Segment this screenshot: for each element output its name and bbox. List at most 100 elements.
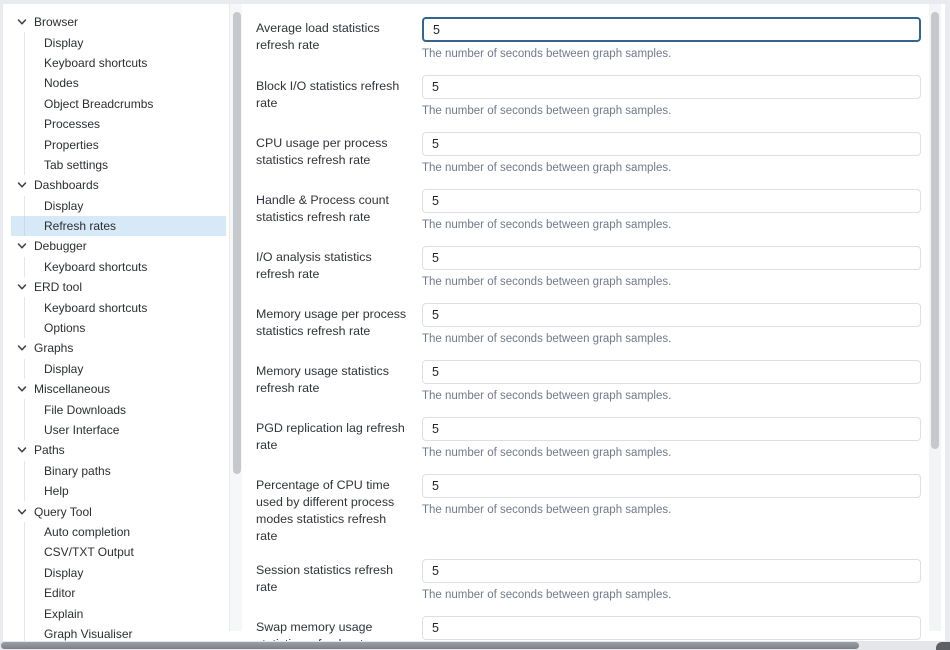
preference-label: PGD replication lag refresh rate [256,417,408,460]
content-scrollbar-track[interactable] [929,4,941,631]
pgd-replication-lag-refresh-rate-input[interactable] [422,417,921,441]
sidebar-item-label: Keyboard shortcuts [44,260,147,274]
chevron-down-icon[interactable] [17,180,27,190]
sidebar-group-label: Miscellaneous [34,382,110,396]
sidebar-item-label: Explain [44,607,83,621]
chevron-down-icon[interactable] [17,282,27,292]
preference-help-text: The number of seconds between graph samp… [422,104,921,118]
sidebar-item-properties[interactable]: Properties [11,134,226,154]
sidebar-group-label: Query Tool [34,505,92,519]
preference-label: Percentage of CPU time used by different… [256,474,408,545]
preference-field: The number of seconds between graph samp… [422,132,921,175]
chevron-down-icon[interactable] [17,445,27,455]
sidebar-item-options[interactable]: Options [11,318,226,338]
sidebar-item-graph-visualiser[interactable]: Graph Visualiser [11,624,226,641]
sidebar-group-label: Debugger [34,239,87,253]
sidebar-item-editor[interactable]: Editor [11,583,226,603]
sidebar-item-paths[interactable]: Paths [11,440,226,460]
preference-help-text: The number of seconds between graph samp… [422,218,921,232]
preference-row: Percentage of CPU time used by different… [256,474,921,545]
percentage-of-cpu-time-used-by-different-process-modes-statistics-refresh-rate-input[interactable] [422,474,921,498]
sidebar-item-help[interactable]: Help [11,481,226,501]
i-o-analysis-statistics-refresh-rate-input[interactable] [422,246,921,270]
preference-label: Swap memory usage statistics refresh rat… [256,616,408,641]
chevron-down-icon[interactable] [17,384,27,394]
sidebar-item-display[interactable]: Display [11,359,226,379]
sidebar-item-query-tool[interactable]: Query Tool [11,501,226,521]
sidebar-item-label: CSV/TXT Output [44,545,134,559]
window-corner-shadow [936,642,950,650]
preference-field: The number of seconds between graph samp… [422,360,921,403]
sidebar-item-keyboard-shortcuts[interactable]: Keyboard shortcuts [11,297,226,317]
sidebar-item-label: Display [44,362,83,376]
sidebar-item-display[interactable]: Display [11,563,226,583]
sidebar-item-binary-paths[interactable]: Binary paths [11,461,226,481]
sidebar-scrollbar-thumb[interactable] [233,12,241,474]
preference-label: CPU usage per process statistics refresh… [256,132,408,175]
average-load-statistics-refresh-rate-input[interactable] [422,17,921,42]
preference-field: The number of seconds between graph samp… [422,616,921,641]
preference-label: Block I/O statistics refresh rate [256,75,408,118]
block-i-o-statistics-refresh-rate-input[interactable] [422,75,921,99]
memory-usage-per-process-statistics-refresh-rate-input[interactable] [422,303,921,327]
cpu-usage-per-process-statistics-refresh-rate-input[interactable] [422,132,921,156]
sidebar-item-explain[interactable]: Explain [11,603,226,623]
sidebar-item-csv-txt-output[interactable]: CSV/TXT Output [11,542,226,562]
sidebar-item-processes[interactable]: Processes [11,114,226,134]
chevron-down-icon[interactable] [17,343,27,353]
memory-usage-statistics-refresh-rate-input[interactable] [422,360,921,384]
sidebar-item-label: Refresh rates [44,219,116,233]
sidebar-item-file-downloads[interactable]: File Downloads [11,399,226,419]
sidebar-item-label: Keyboard shortcuts [44,301,147,315]
horizontal-scrollbar-track[interactable] [0,641,950,650]
sidebar-item-label: Graph Visualiser [44,627,133,641]
sidebar-item-auto-completion[interactable]: Auto completion [11,522,226,542]
chevron-down-icon[interactable] [17,17,27,27]
preference-row: I/O analysis statistics refresh rate The… [256,246,921,289]
preference-row: Handle & Process count statistics refres… [256,189,921,232]
chevron-down-icon[interactable] [17,507,27,517]
preference-row: Swap memory usage statistics refresh rat… [256,616,921,641]
swap-memory-usage-statistics-refresh-rate-input[interactable] [422,616,921,640]
horizontal-scrollbar-thumb[interactable] [1,642,859,649]
sidebar-item-label: Auto completion [44,525,130,539]
sidebar-item-label: Display [44,36,83,50]
preference-row: Session statistics refresh rate The numb… [256,559,921,602]
preference-label: Handle & Process count statistics refres… [256,189,408,232]
sidebar-item-object-breadcrumbs[interactable]: Object Breadcrumbs [11,94,226,114]
sidebar-item-nodes[interactable]: Nodes [11,73,226,93]
sidebar-item-tab-settings[interactable]: Tab settings [11,155,226,175]
preference-field: The number of seconds between graph samp… [422,303,921,346]
preference-row: Memory usage statistics refresh rate The… [256,360,921,403]
sidebar-item-browser[interactable]: Browser [11,12,226,32]
preference-label: I/O analysis statistics refresh rate [256,246,408,289]
preference-label: Average load statistics refresh rate [256,17,408,61]
sidebar-scrollbar-track[interactable] [229,4,242,631]
sidebar-item-label: Options [44,321,85,335]
sidebar-item-display[interactable]: Display [11,32,226,52]
sidebar-item-user-interface[interactable]: User Interface [11,420,226,440]
sidebar-item-miscellaneous[interactable]: Miscellaneous [11,379,226,399]
sidebar-item-keyboard-shortcuts[interactable]: Keyboard shortcuts [11,53,226,73]
sidebar-group-label: ERD tool [34,280,82,294]
content-scrollbar-thumb[interactable] [931,12,939,449]
chevron-down-icon[interactable] [17,241,27,251]
preference-help-text: The number of seconds between graph samp… [422,588,921,602]
preference-row: Average load statistics refresh rate The… [256,17,921,61]
sidebar-item-debugger[interactable]: Debugger [11,236,226,256]
handle-process-count-statistics-refresh-rate-input[interactable] [422,189,921,213]
preference-row: PGD replication lag refresh rate The num… [256,417,921,460]
preference-field: The number of seconds between graph samp… [422,474,921,545]
sidebar-item-graphs[interactable]: Graphs [11,338,226,358]
preference-field: The number of seconds between graph samp… [422,246,921,289]
preference-row: Block I/O statistics refresh rate The nu… [256,75,921,118]
session-statistics-refresh-rate-input[interactable] [422,559,921,583]
sidebar-item-label: Help [44,484,69,498]
sidebar-item-keyboard-shortcuts[interactable]: Keyboard shortcuts [11,257,226,277]
sidebar-item-display[interactable]: Display [11,196,226,216]
preference-help-text: The number of seconds between graph samp… [422,503,921,517]
sidebar-item-erd-tool[interactable]: ERD tool [11,277,226,297]
sidebar-item-dashboards[interactable]: Dashboards [11,175,226,195]
sidebar-item-refresh-rates[interactable]: Refresh rates [11,216,226,236]
sidebar-item-label: Editor [44,586,75,600]
